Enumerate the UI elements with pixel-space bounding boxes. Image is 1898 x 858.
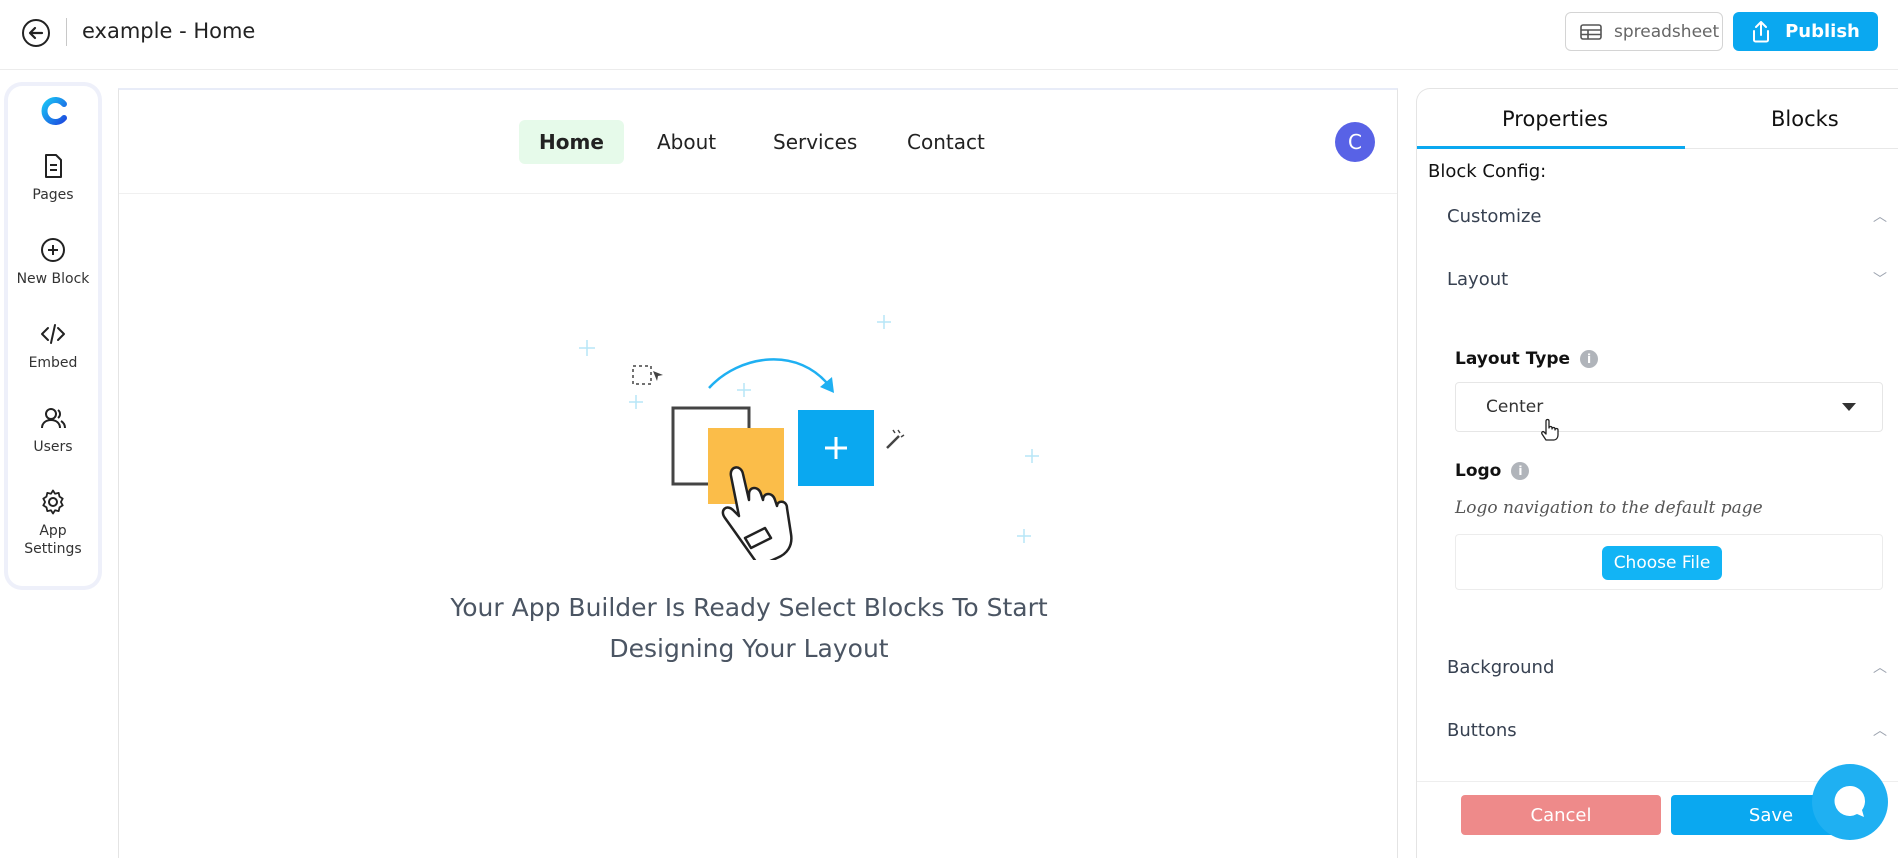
section-label: Background <box>1447 656 1555 678</box>
sidebar-item-label: New Block <box>16 271 90 287</box>
panel-tabs: Properties Blocks <box>1417 89 1898 149</box>
sidebar-item-label: Pages <box>32 187 74 203</box>
properties-panel: Properties Blocks Block Config: Customiz… <box>1416 88 1898 858</box>
avatar[interactable]: C <box>1335 122 1375 162</box>
sidebar-item-label: App Settings <box>24 523 82 557</box>
nav-item-home[interactable]: Home <box>519 120 624 164</box>
logo-label: Logo i <box>1455 461 1530 481</box>
logo-upload-area: Choose File <box>1455 534 1883 590</box>
empty-state-illustration <box>579 315 1039 560</box>
section-customize[interactable]: Customize ︿ <box>1447 201 1887 231</box>
section-label: Customize <box>1447 205 1542 227</box>
sidebar-item-new-block[interactable]: New Block <box>8 236 98 288</box>
cancel-button[interactable]: Cancel <box>1461 795 1661 835</box>
sidebar-item-label: Embed <box>28 355 78 371</box>
info-icon[interactable]: i <box>1511 462 1530 480</box>
share-icon <box>1753 20 1770 42</box>
spreadsheet-label: spreadsheet <box>1614 21 1720 42</box>
tab-blocks[interactable]: Blocks <box>1771 107 1839 131</box>
sidebar-item-users[interactable]: Users <box>8 404 98 456</box>
logo-text: Logo <box>1455 461 1502 481</box>
document-icon <box>45 154 62 178</box>
code-icon <box>41 324 65 344</box>
sidebar-item-pages[interactable]: Pages <box>8 152 98 204</box>
section-label: Layout <box>1447 268 1509 290</box>
hand-pointer-cursor-icon <box>1541 418 1559 441</box>
app-title: example - Home <box>82 19 256 43</box>
layout-type-select[interactable]: Center <box>1455 382 1883 432</box>
chevron-up-icon: ︿ <box>1873 723 1887 739</box>
spreadsheet-button[interactable]: spreadsheet <box>1565 12 1723 51</box>
chevron-up-icon: ︿ <box>1873 660 1887 676</box>
publish-button[interactable]: Publish <box>1733 12 1878 51</box>
tab-properties[interactable]: Properties <box>1502 107 1608 131</box>
publish-label: Publish <box>1785 21 1860 42</box>
info-icon[interactable]: i <box>1580 350 1599 368</box>
chevron-up-icon: ︿ <box>1873 209 1887 225</box>
gear-icon <box>42 489 64 515</box>
top-bar: example - Home spreadsheet Publish <box>0 0 1898 70</box>
empty-state-message: Your App Builder Is Ready Select Blocks … <box>450 593 1048 663</box>
layout-type-label: Layout Type i <box>1455 349 1599 369</box>
preview-navbar: Home About Services Contact C <box>119 90 1397 194</box>
section-buttons[interactable]: Buttons ︿ <box>1447 715 1887 745</box>
plus-circle-icon <box>41 238 65 262</box>
caret-down-icon <box>1842 403 1856 411</box>
left-sidebar: Pages New Block Embed Users App Settings <box>8 86 98 586</box>
back-arrow-icon[interactable] <box>22 19 50 47</box>
brand-logo-icon <box>41 97 67 125</box>
nav-item-about[interactable]: About <box>637 120 736 164</box>
block-config-heading: Block Config: <box>1428 161 1547 182</box>
users-icon <box>41 408 66 429</box>
section-layout[interactable]: Layout ﹀ <box>1447 264 1887 294</box>
chat-support-button[interactable] <box>1812 764 1888 840</box>
nav-item-services[interactable]: Services <box>753 120 877 164</box>
title-divider <box>66 18 67 46</box>
logo-hint: Logo navigation to the default page <box>1455 498 1763 518</box>
canvas-preview: Home About Services Contact C Your App B… <box>118 88 1398 858</box>
active-tab-indicator <box>1417 146 1685 149</box>
choose-file-button[interactable]: Choose File <box>1602 546 1722 580</box>
sidebar-item-label: Users <box>33 439 73 455</box>
sidebar-item-app-settings[interactable]: App Settings <box>8 488 98 558</box>
chevron-down-icon: ﹀ <box>1873 272 1887 288</box>
section-background[interactable]: Background ︿ <box>1447 652 1887 682</box>
nav-item-contact[interactable]: Contact <box>887 120 1005 164</box>
layout-type-value: Center <box>1486 397 1544 417</box>
table-icon <box>1580 23 1602 40</box>
sidebar-item-embed[interactable]: Embed <box>8 320 98 372</box>
chat-bubble-icon <box>1834 785 1865 817</box>
section-label: Buttons <box>1447 719 1517 741</box>
layout-type-text: Layout Type <box>1455 349 1571 369</box>
